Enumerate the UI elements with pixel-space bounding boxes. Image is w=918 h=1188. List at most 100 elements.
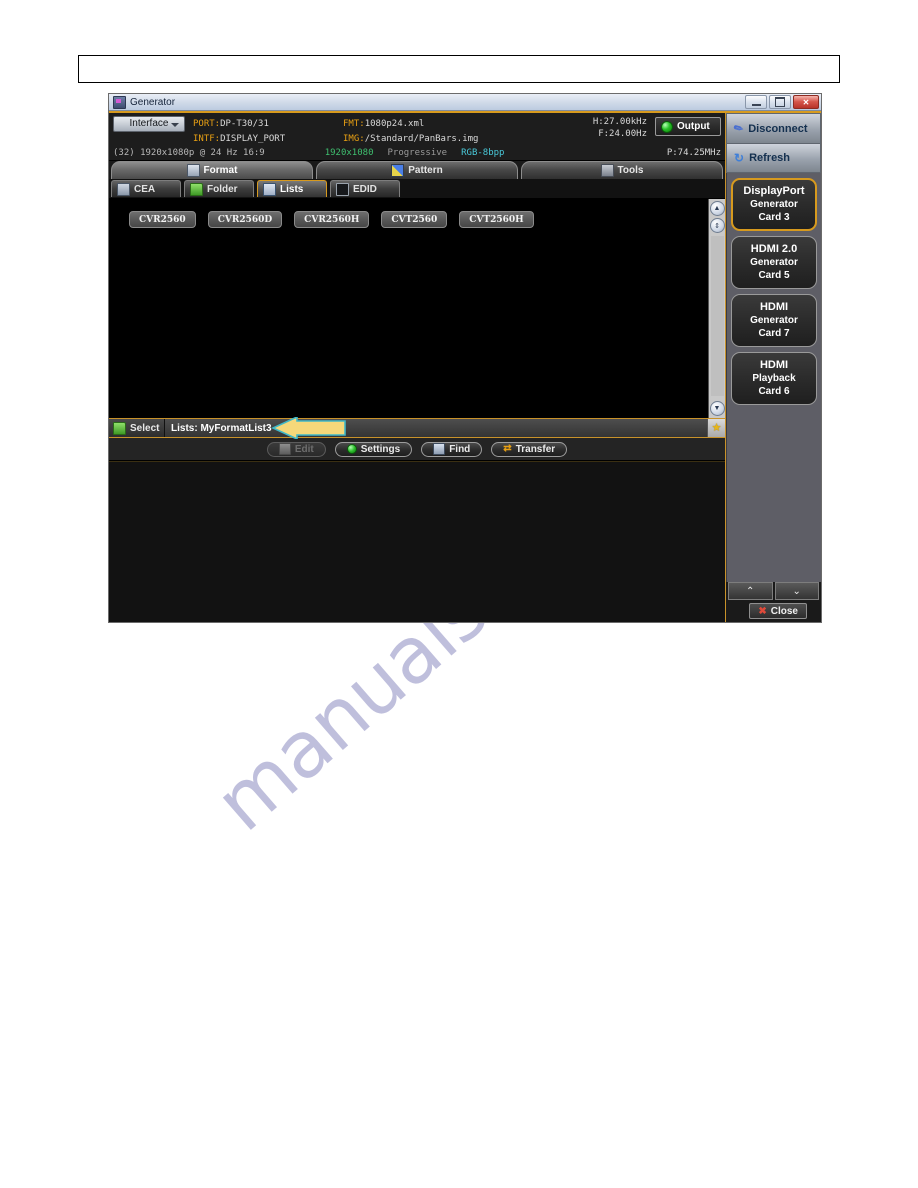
- card-line1: DisplayPort: [743, 185, 805, 197]
- settings-led-icon: [346, 444, 357, 454]
- intf-label: INTF:: [193, 134, 221, 144]
- minimize-button[interactable]: [745, 95, 767, 109]
- lists-selection-bar: Select Lists: MyFormatList3 ★: [109, 417, 725, 439]
- format-list-panel: CVR2560 CVR2560D CVR2560H CVT2560 CVT256…: [109, 199, 725, 418]
- folder-icon: [190, 182, 203, 196]
- window-body: Interface PORT:DP-T30/31 FMT:1080p24.xml…: [109, 111, 821, 622]
- find-button-label: Find: [449, 443, 471, 455]
- scrollbar-track[interactable]: [710, 236, 724, 396]
- disconnect-button-label: Disconnect: [748, 122, 808, 135]
- find-icon: [433, 443, 446, 455]
- frequency-block: H:27.00kHz F:24.00Hz: [593, 116, 647, 140]
- scroll-cards-up-button[interactable]: ⌃: [728, 582, 773, 600]
- main-column: Interface PORT:DP-T30/31 FMT:1080p24.xml…: [109, 113, 726, 622]
- scroll-down-icon[interactable]: ▼: [709, 401, 725, 416]
- tab-format[interactable]: Format: [111, 161, 313, 179]
- card-line1: HDMI: [759, 359, 789, 371]
- folder-icon: [113, 421, 126, 435]
- fmt-row: FMT:1080p24.xml: [343, 118, 563, 130]
- format-icon: [186, 164, 200, 177]
- format-summary: (32) 1920x1080p @ 24 Hz 16:9: [113, 148, 265, 158]
- img-label: IMG:: [343, 134, 365, 144]
- format-list-area: CVR2560 CVR2560D CVR2560H CVT2560 CVT256…: [109, 199, 708, 418]
- port-value: DP-T30/31: [220, 119, 269, 129]
- output-button[interactable]: Output: [655, 117, 721, 136]
- fmt-value: 1080p24.xml: [364, 119, 425, 129]
- format-chip[interactable]: CVR2560D: [207, 211, 283, 228]
- card-line2: Generator: [750, 257, 798, 268]
- window-title-bar: Generator ✕: [109, 94, 821, 111]
- select-button-label: Select: [130, 422, 160, 434]
- refresh-icon: ↻: [734, 151, 745, 165]
- select-button[interactable]: Select: [109, 419, 165, 437]
- settings-button[interactable]: Settings: [334, 441, 413, 457]
- scroll-up-icon[interactable]: ▲: [709, 201, 725, 216]
- format-chip[interactable]: CVR2560H: [294, 211, 370, 228]
- card-line3: Card 5: [758, 270, 790, 281]
- format-chip[interactable]: CVR2560: [129, 211, 196, 228]
- disconnect-button[interactable]: ✎ Disconnect: [726, 113, 821, 143]
- tab-pattern-label: Pattern: [408, 165, 443, 176]
- subtab-lists[interactable]: Lists: [257, 180, 327, 197]
- close-row: ✖ Close: [726, 600, 821, 622]
- card-line1: HDMI: [759, 301, 789, 313]
- card-line3: Card 6: [758, 386, 790, 397]
- format-chip[interactable]: CVT2560: [381, 211, 448, 228]
- chevron-down-icon: [171, 123, 179, 127]
- card-nav-row: ⌃ ⌄: [726, 582, 821, 600]
- transfer-button-label: Transfer: [515, 443, 556, 455]
- card-line1: HDMI 2.0: [750, 243, 798, 255]
- close-window-button[interactable]: ✕: [793, 95, 819, 109]
- output-led-icon: [661, 120, 673, 133]
- page-header-box: [78, 55, 840, 83]
- subtab-cea-label: CEA: [134, 183, 156, 195]
- generator-window: Generator ✕ Interface PORT:DP-T30/31 FMT…: [108, 93, 822, 623]
- generator-app-icon: [113, 95, 126, 109]
- resolution-value: 1920x1080: [324, 148, 374, 158]
- edit-button[interactable]: Edit: [266, 441, 326, 457]
- selected-list-value[interactable]: Lists: MyFormatList3: [165, 419, 707, 437]
- interface-dropdown[interactable]: Interface: [113, 116, 185, 132]
- tab-tools[interactable]: Tools: [521, 161, 723, 179]
- interface-dropdown-label: Interface: [129, 118, 169, 129]
- subtab-edid[interactable]: EDID: [330, 180, 400, 197]
- scroll-page-icon[interactable]: ⇕: [709, 218, 725, 233]
- card-line2: Playback: [752, 373, 796, 384]
- transfer-button[interactable]: ⇄ Transfer: [491, 441, 568, 457]
- tab-format-label: Format: [203, 165, 238, 176]
- settings-button-label: Settings: [360, 443, 401, 455]
- star-icon: ★: [711, 421, 722, 434]
- lists-icon: [263, 182, 276, 196]
- img-value: /Standard/PanBars.img: [364, 134, 479, 144]
- tab-tools-label: Tools: [617, 165, 644, 176]
- window-title: Generator: [130, 96, 176, 108]
- close-button-label: Close: [770, 605, 798, 617]
- card-displayport-generator-3[interactable]: DisplayPort Generator Card 3: [731, 178, 817, 231]
- primary-tabs: Format Pattern Tools: [109, 161, 725, 179]
- subtab-lists-label: Lists: [280, 183, 304, 195]
- find-button[interactable]: Find: [421, 441, 483, 457]
- subtab-folder[interactable]: Folder: [184, 180, 254, 197]
- format-chip[interactable]: CVT2560H: [459, 211, 534, 228]
- transfer-icon: ⇄: [503, 443, 512, 454]
- disconnect-icon: ✎: [731, 121, 746, 137]
- card-hdmi20-generator-5[interactable]: HDMI 2.0 Generator Card 5: [731, 236, 817, 289]
- card-line2: Generator: [750, 199, 798, 210]
- subtab-cea[interactable]: CEA: [111, 180, 181, 197]
- card-hdmi-generator-7[interactable]: HDMI Generator Card 7: [731, 294, 817, 347]
- maximize-button[interactable]: [769, 95, 791, 109]
- card-hdmi-playback-6[interactable]: HDMI Playback Card 6: [731, 352, 817, 405]
- scan-value: Progressive: [387, 148, 448, 158]
- favorite-button[interactable]: ★: [707, 419, 725, 437]
- card-list: DisplayPort Generator Card 3 HDMI 2.0 Ge…: [726, 173, 821, 582]
- v-frequency-value: F:24.00Hz: [598, 129, 647, 139]
- intf-row: INTF:DISPLAY_PORT: [193, 133, 343, 145]
- close-x-icon: ✖: [758, 605, 767, 617]
- scroll-cards-down-button[interactable]: ⌄: [774, 582, 819, 600]
- refresh-button[interactable]: ↻ Refresh: [726, 143, 821, 173]
- h-frequency-value: H:27.00kHz: [592, 117, 647, 127]
- tab-pattern[interactable]: Pattern: [316, 161, 518, 179]
- close-button[interactable]: ✖ Close: [749, 603, 807, 619]
- side-panel: ✎ Disconnect ↻ Refresh DisplayPort Gener…: [726, 113, 821, 622]
- vertical-scrollbar[interactable]: ▲ ⇕ ▼: [708, 199, 725, 418]
